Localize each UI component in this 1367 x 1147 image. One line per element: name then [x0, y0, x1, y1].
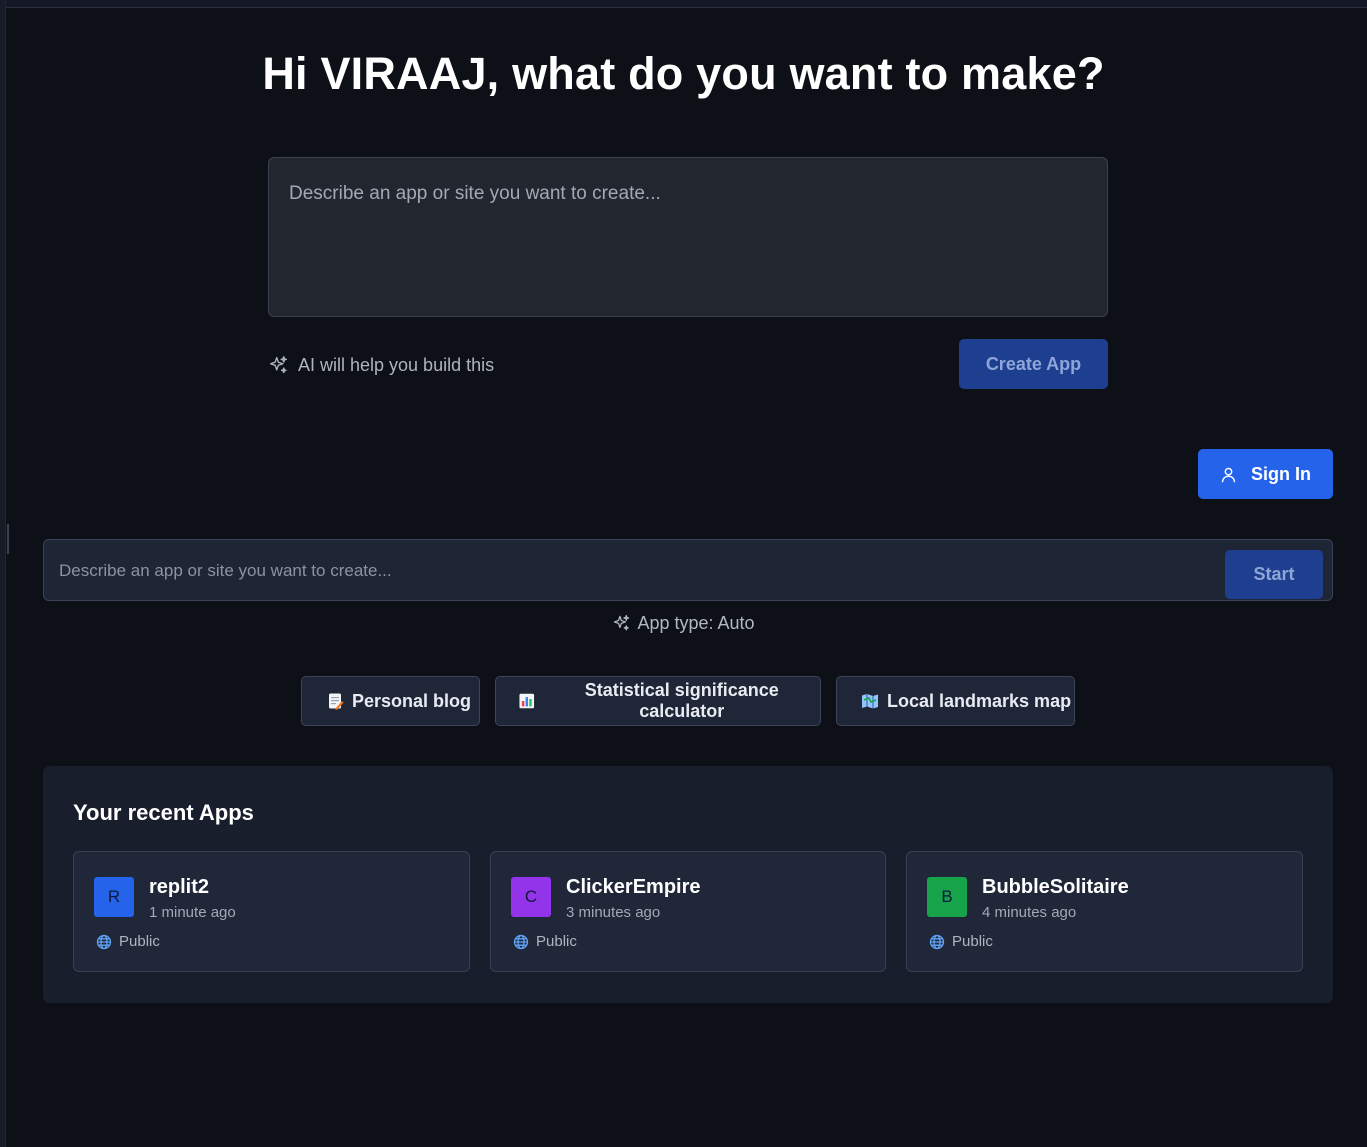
ai-hint-text: AI will help you build this	[298, 354, 495, 375]
globe-icon	[929, 934, 945, 949]
suggestion-label: Statistical significance calculator	[584, 680, 779, 721]
app-card-bubblesolitaire[interactable]: B BubbleSolitaire 4 minutes ago Public	[906, 851, 1303, 972]
memo-emoji-icon	[329, 693, 344, 710]
visibility-label: Public	[119, 933, 160, 950]
top-bar	[6, 0, 1367, 8]
visibility-badge: Public	[96, 933, 160, 950]
suggestion-personal-blog[interactable]: Personal blog	[301, 676, 480, 726]
visibility-badge: Public	[513, 933, 577, 950]
app-name: ClickerEmpire	[566, 876, 701, 898]
app-updated-time: 4 minutes ago	[982, 904, 1077, 921]
app-type-selector[interactable]: App type: Auto	[0, 613, 1367, 634]
app-avatar: B	[927, 877, 967, 917]
ai-hint: AI will help you build this	[268, 352, 494, 378]
user-icon	[1221, 467, 1236, 482]
visibility-label: Public	[536, 933, 577, 950]
suggestion-chips: Personal blog Statistical significance c…	[0, 676, 1367, 726]
sign-in-button[interactable]: Sign In	[1198, 449, 1333, 499]
sparkles-icon	[269, 355, 288, 373]
recent-apps-panel: Your recent Apps R replit2 1 minute ago …	[43, 766, 1333, 1003]
page-title: Hi VIRAAJ, what do you want to make?	[262, 48, 1105, 99]
app-description-textarea[interactable]	[268, 157, 1108, 317]
create-app-button[interactable]: Create App	[959, 339, 1108, 389]
app-name: replit2	[149, 876, 210, 898]
suggestion-landmarks-map[interactable]: Local landmarks map	[836, 676, 1075, 726]
app-name: BubbleSolitaire	[982, 876, 1129, 898]
suggestion-label: Personal blog	[352, 690, 472, 711]
visibility-label: Public	[952, 933, 993, 950]
bar-chart-emoji-icon	[519, 693, 535, 709]
app-card-replit2[interactable]: R replit2 1 minute ago Public	[73, 851, 470, 972]
app-updated-time: 1 minute ago	[149, 904, 236, 921]
suggestion-label: Local landmarks map	[887, 690, 1072, 711]
resize-handle[interactable]	[7, 524, 9, 554]
left-rail	[0, 0, 9, 1147]
visibility-badge: Public	[929, 933, 993, 950]
recent-apps-title: Your recent Apps	[73, 800, 254, 825]
suggestion-stat-calculator[interactable]: Statistical significance calculator	[495, 676, 821, 726]
app-card-clickerempire[interactable]: C ClickerEmpire 3 minutes ago Public	[490, 851, 886, 972]
globe-icon	[513, 934, 529, 949]
app-avatar: C	[511, 877, 551, 917]
app-type-label: App type: Auto	[637, 613, 755, 633]
start-button[interactable]: Start	[1225, 550, 1323, 599]
sign-in-label: Sign In	[1251, 463, 1311, 484]
quick-prompt-bar: Start	[43, 539, 1333, 601]
quick-prompt-input[interactable]	[59, 558, 1209, 584]
app-avatar: R	[94, 877, 134, 917]
sparkles-icon	[614, 614, 630, 631]
globe-icon	[96, 934, 112, 949]
map-emoji-icon	[862, 694, 878, 709]
app-updated-time: 3 minutes ago	[566, 904, 661, 921]
